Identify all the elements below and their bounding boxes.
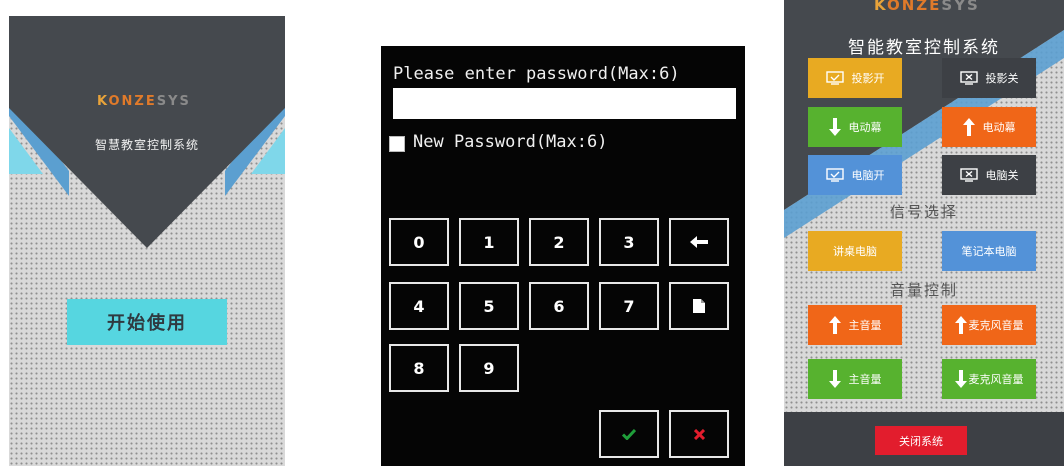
password-prompt: Please enter password(Max:6) (393, 64, 680, 84)
backspace-key[interactable] (669, 218, 729, 266)
control-screen: KONZESYS 智能教室控制系统 投影开 投影关 电动幕 电动幕 电脑开 电脑… (784, 0, 1064, 466)
screen-up-label: 电动幕 (982, 121, 1016, 134)
mic-volume-up-label: 麦克风音量 (968, 319, 1024, 332)
x-icon (693, 428, 705, 440)
projector-off-icon (959, 71, 978, 85)
key-9[interactable]: 9 (459, 344, 519, 392)
key-8[interactable]: 8 (389, 344, 449, 392)
welcome-screen: KONZESYS 智慧教室控制系统 开始使用 (9, 16, 285, 466)
key-3[interactable]: 3 (599, 218, 659, 266)
screen-down-label: 电动幕 (848, 121, 882, 134)
file-key[interactable] (669, 282, 729, 330)
left-arrow-icon (690, 236, 708, 248)
projector-off-button[interactable]: 投影关 (942, 58, 1036, 98)
projector-off-label: 投影关 (985, 72, 1019, 85)
password-input[interactable] (393, 88, 736, 119)
screen-up-button[interactable]: 电动幕 (942, 107, 1036, 147)
arrow-up-icon (828, 316, 841, 334)
start-button[interactable]: 开始使用 (67, 299, 227, 345)
mic-volume-down-label: 麦克风音量 (968, 373, 1024, 386)
main-volume-down-label: 主音量 (848, 373, 882, 386)
key-4[interactable]: 4 (389, 282, 449, 330)
main-volume-up-button[interactable]: 主音量 (808, 305, 902, 345)
projector-on-label: 投影开 (851, 72, 885, 85)
laptop-label: 笔记本电脑 (961, 245, 1017, 258)
laptop-button[interactable]: 笔记本电脑 (942, 231, 1036, 271)
arrow-down-icon (828, 370, 841, 388)
mic-volume-up-button[interactable]: 麦克风音量 (942, 305, 1036, 345)
welcome-brand-logo: KONZESYS (97, 94, 191, 109)
arrow-down-icon (954, 370, 967, 388)
key-0[interactable]: 0 (389, 218, 449, 266)
password-screen: Please enter password(Max:6) New Passwor… (381, 46, 745, 466)
key-5[interactable]: 5 (459, 282, 519, 330)
main-volume-down-button[interactable]: 主音量 (808, 359, 902, 399)
main-volume-up-label: 主音量 (848, 319, 882, 332)
new-password-label: New Password(Max:6) (413, 132, 608, 152)
podium-pc-label: 讲桌电脑 (833, 245, 877, 258)
pc-on-button[interactable]: 电脑开 (808, 155, 902, 195)
confirm-key[interactable] (599, 410, 659, 458)
file-icon (693, 299, 705, 313)
signal-section-label: 信号选择 (889, 203, 958, 221)
projector-on-button[interactable]: 投影开 (808, 58, 902, 98)
screen-down-button[interactable]: 电动幕 (808, 107, 902, 147)
key-1[interactable]: 1 (459, 218, 519, 266)
pc-off-button[interactable]: 电脑关 (942, 155, 1036, 195)
key-2[interactable]: 2 (529, 218, 589, 266)
arrow-down-icon (828, 118, 841, 136)
projector-icon (825, 71, 844, 85)
mic-volume-down-button[interactable]: 麦克风音量 (942, 359, 1036, 399)
pc-on-label: 电脑开 (851, 169, 885, 182)
welcome-title: 智慧教室控制系统 (94, 138, 199, 152)
close-system-button[interactable]: 关闭系统 (875, 426, 967, 455)
arrow-up-icon (962, 118, 975, 136)
computer-icon (825, 168, 844, 182)
control-brand-logo: KONZESYS (874, 0, 980, 14)
key-6[interactable]: 6 (529, 282, 589, 330)
welcome-hero-graphic (9, 16, 285, 248)
check-icon (622, 428, 636, 440)
arrow-up-icon (954, 316, 967, 334)
new-password-checkbox[interactable] (389, 136, 405, 152)
key-7[interactable]: 7 (599, 282, 659, 330)
cancel-key[interactable] (669, 410, 729, 458)
computer-off-icon (959, 168, 978, 182)
control-title: 智能教室控制系统 (848, 38, 1000, 58)
volume-section-label: 音量控制 (889, 281, 958, 299)
podium-pc-button[interactable]: 讲桌电脑 (808, 231, 902, 271)
pc-off-label: 电脑关 (985, 169, 1019, 182)
